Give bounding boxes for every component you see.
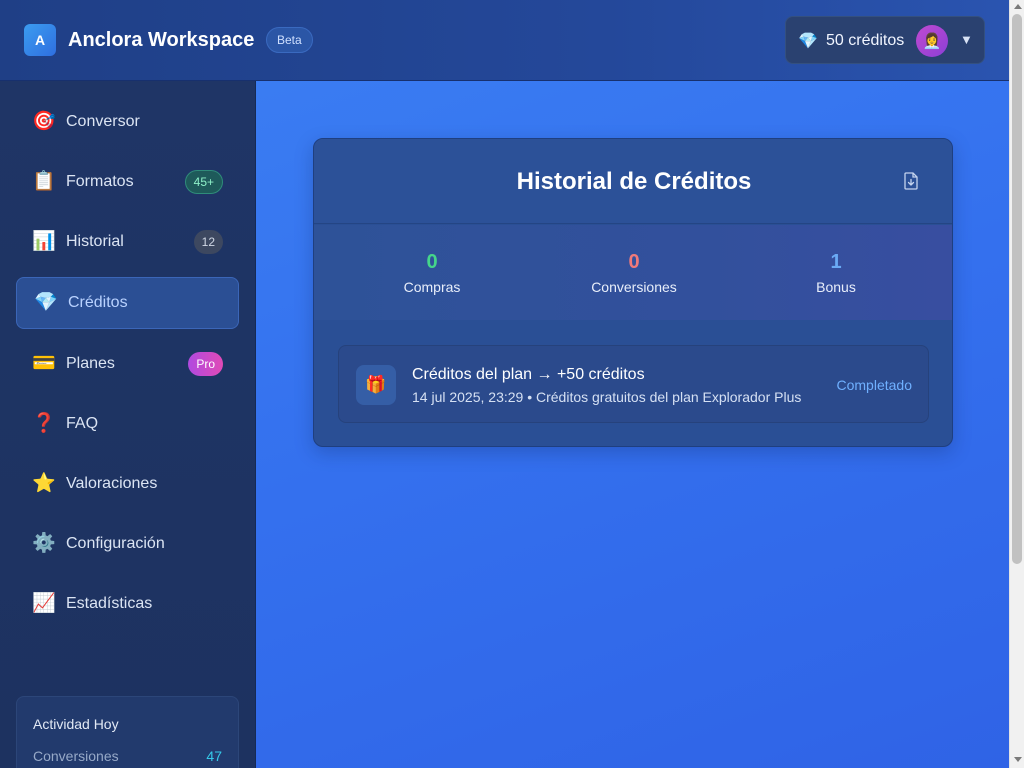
chevron-down-icon[interactable]: ▼ [960, 32, 973, 47]
credits-balance: 50 créditos [826, 32, 905, 49]
export-file-icon[interactable] [903, 172, 919, 190]
sidebar-item-label: Valoraciones [66, 475, 158, 492]
question-icon: ❓ [32, 413, 56, 434]
sidebar-item-creditos[interactable]: 💎 Créditos [16, 277, 239, 329]
gear-icon: ⚙️ [32, 533, 56, 554]
stat-purchases: 0 Compras [332, 225, 532, 320]
sidebar-item-configuracion[interactable]: ⚙️ Configuración [16, 518, 239, 570]
sidebar-item-label: Estadísticas [66, 595, 153, 612]
sidebar: 🎯 Conversor 📋 Formatos 45+ 📊 Historial 1… [0, 81, 256, 768]
activity-today-card: Actividad Hoy Conversiones 47 [16, 696, 239, 768]
sidebar-item-faq[interactable]: ❓ FAQ [16, 398, 239, 450]
sidebar-item-planes[interactable]: 💳 Planes Pro [16, 338, 239, 390]
avatar[interactable]: 👩‍💼 [916, 25, 948, 57]
scroll-up-arrow-icon[interactable] [1014, 4, 1022, 9]
transaction-title: Créditos del plan → +50 créditos [412, 366, 645, 383]
stat-conversions: 0 Conversiones [534, 225, 734, 320]
list-item[interactable]: 🎁 Créditos del plan → +50 créditos 14 ju… [338, 345, 929, 423]
activity-conversions-value: 47 [206, 748, 222, 764]
transaction-details: 14 jul 2025, 23:29 • Créditos gratuitos … [412, 389, 802, 405]
activity-title: Actividad Hoy [33, 716, 119, 732]
activity-conversions-label: Conversiones [33, 748, 119, 764]
stat-value: 0 [426, 251, 438, 273]
bar-chart-icon: 📊 [32, 231, 56, 252]
stat-value: 0 [628, 251, 640, 273]
pro-badge: Pro [188, 352, 223, 376]
stat-bonus: 1 Bonus [736, 225, 936, 320]
credit-card-icon: 💳 [32, 353, 56, 374]
sidebar-item-label: Historial [66, 233, 124, 250]
sidebar-item-label: Créditos [68, 294, 128, 311]
page-scrollbar[interactable] [1009, 0, 1024, 768]
gem-icon: 💎 [34, 292, 58, 313]
card-header: Historial de Créditos [314, 139, 952, 224]
scroll-down-arrow-icon[interactable] [1014, 757, 1022, 762]
app-title: Anclora Workspace [68, 29, 255, 51]
sidebar-item-label: Conversor [66, 113, 140, 130]
credits-user-menu[interactable]: 💎 50 créditos 👩‍💼 ▼ [785, 16, 985, 64]
sidebar-item-label: FAQ [66, 415, 99, 432]
credit-history-card: Historial de Créditos 0 Compras 0 Conver… [313, 138, 953, 447]
top-bar: A Anclora Workspace Beta 💎 50 créditos 👩… [0, 0, 1009, 81]
stats-row: 0 Compras 0 Conversiones 1 Bonus [314, 225, 952, 320]
history-count-badge: 12 [193, 230, 223, 254]
scrollbar-thumb[interactable] [1012, 14, 1022, 564]
sidebar-item-label: Configuración [66, 535, 165, 552]
stat-label: Bonus [816, 279, 856, 295]
page-title: Historial de Créditos [516, 168, 752, 195]
clipboard-icon: 📋 [32, 171, 56, 192]
main-content: Historial de Créditos 0 Compras 0 Conver… [256, 81, 1009, 768]
formats-count-badge: 45+ [184, 170, 223, 194]
sidebar-item-label: Formatos [66, 173, 134, 190]
beta-badge: Beta [266, 27, 313, 53]
sidebar-item-label: Planes [66, 355, 115, 372]
stat-label: Compras [403, 279, 461, 295]
sidebar-item-formatos[interactable]: 📋 Formatos 45+ [16, 156, 239, 208]
sidebar-item-estadisticas[interactable]: 📈 Estadísticas [16, 578, 239, 630]
gift-icon: 🎁 [356, 365, 396, 405]
target-icon: 🎯 [32, 111, 56, 132]
stat-value: 1 [830, 251, 842, 273]
sidebar-item-valoraciones[interactable]: ⭐ Valoraciones [16, 458, 239, 510]
sidebar-item-historial[interactable]: 📊 Historial 12 [16, 216, 239, 268]
app-logo[interactable]: A [24, 24, 56, 56]
status-badge: Completado [836, 377, 913, 393]
sidebar-item-conversor[interactable]: 🎯 Conversor [16, 96, 239, 148]
gem-icon: 💎 [798, 33, 818, 50]
stat-label: Conversiones [591, 279, 677, 295]
trend-chart-icon: 📈 [32, 593, 56, 614]
star-icon: ⭐ [32, 473, 56, 494]
